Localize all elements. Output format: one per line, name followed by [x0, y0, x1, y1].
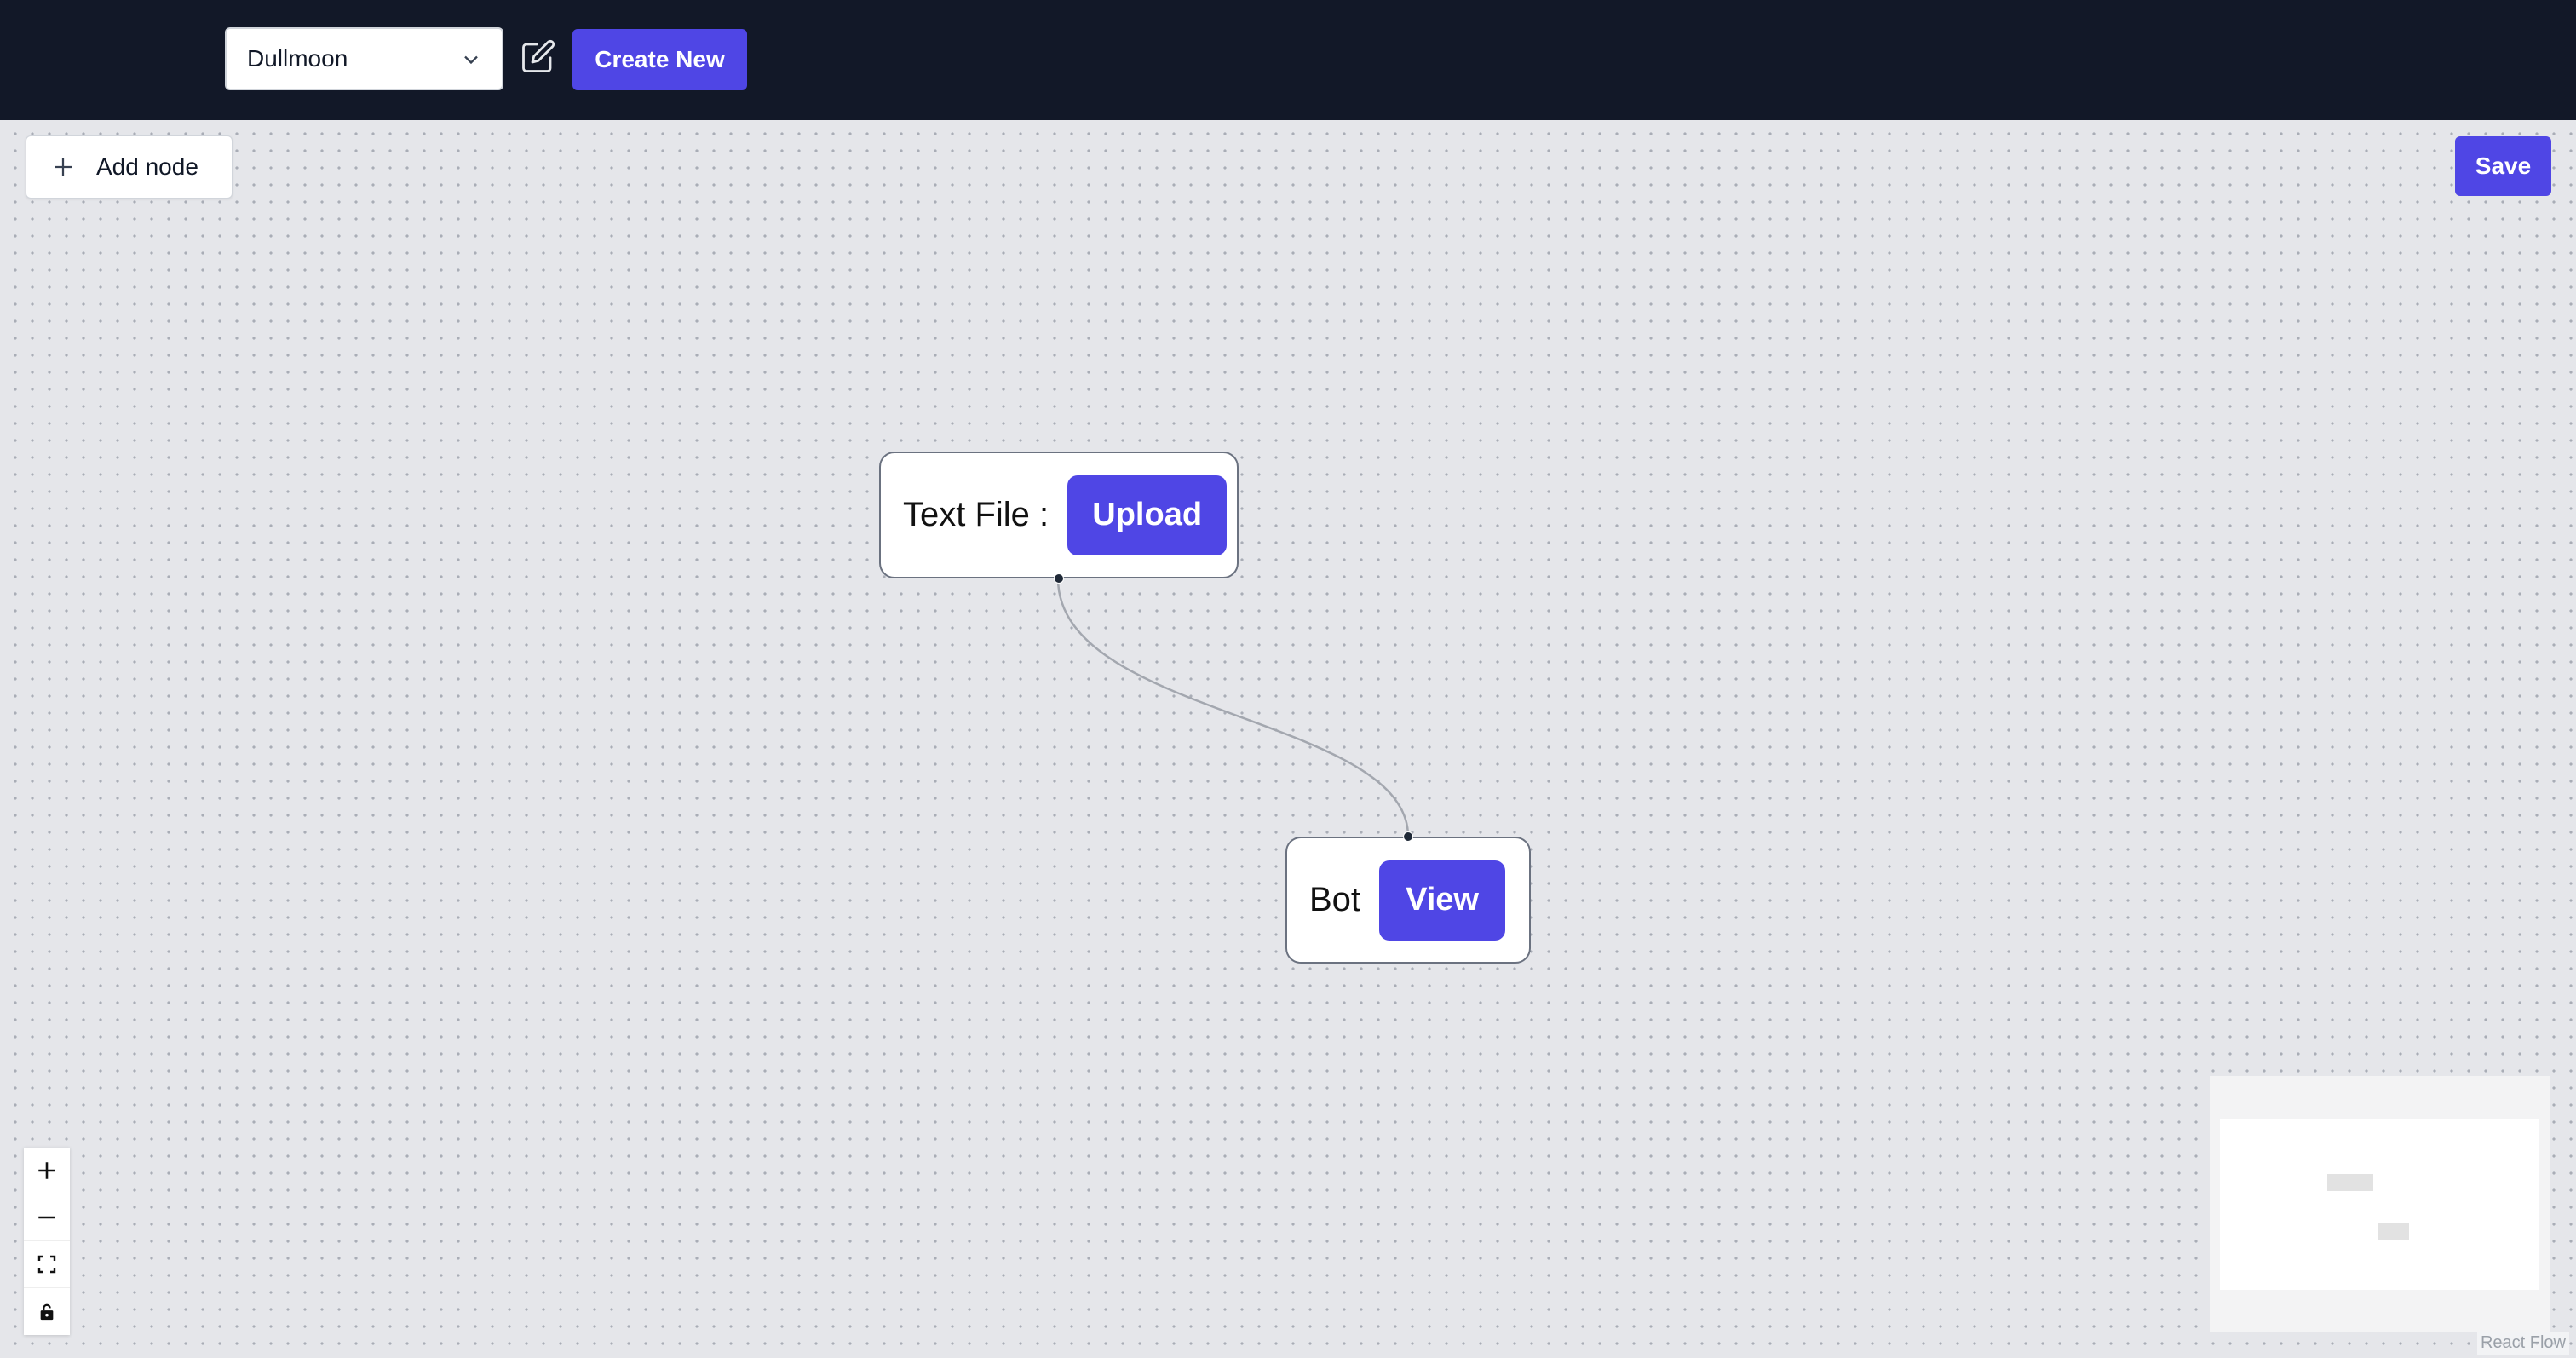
project-select[interactable]: Dullmoon — [225, 27, 503, 90]
lock-button[interactable] — [24, 1288, 70, 1335]
edge-layer — [1056, 578, 1410, 837]
flow-canvas[interactable]: Add node Save Text File : Upload Bot Vie… — [0, 120, 2576, 1358]
node-text-file[interactable]: Text File : Upload — [879, 452, 1239, 584]
save-button[interactable]: Save — [2455, 136, 2551, 196]
node-bot[interactable]: Bot View — [1285, 831, 1531, 964]
top-bar: Dullmoon Create New — [0, 0, 2576, 120]
flow-controls — [24, 1148, 70, 1335]
pencil-square-icon — [522, 39, 555, 72]
plus-icon — [55, 158, 72, 176]
upload-button[interactable]: Upload — [1067, 475, 1228, 555]
zoom-out-button[interactable] — [24, 1194, 70, 1241]
fit-view-button[interactable] — [24, 1241, 70, 1288]
minimap[interactable] — [2210, 1076, 2550, 1332]
view-button[interactable]: View — [1379, 860, 1506, 941]
zoom-in-icon — [38, 1162, 55, 1179]
add-node-label: Add node — [96, 153, 198, 180]
minimap-node — [2327, 1174, 2373, 1191]
fit-view-icon — [37, 1255, 56, 1274]
project-select-value: Dullmoon — [247, 45, 348, 72]
edit-project-button[interactable] — [518, 34, 559, 78]
node-label: Text File : — [903, 496, 1049, 533]
lock-icon — [40, 1303, 54, 1320]
edge-textfile-to-bot[interactable] — [1056, 578, 1410, 837]
zoom-in-button[interactable] — [24, 1148, 70, 1194]
minimap-node — [2378, 1223, 2409, 1240]
target-handle[interactable] — [1403, 831, 1413, 842]
node-label: Bot — [1309, 881, 1361, 918]
zoom-out-icon — [38, 1216, 55, 1219]
minimap-viewport — [2220, 1119, 2539, 1290]
add-node-button[interactable]: Add node — [26, 135, 233, 199]
create-new-button[interactable]: Create New — [572, 29, 747, 90]
react-flow-attribution[interactable]: React Flow — [2476, 1332, 2569, 1355]
source-handle[interactable] — [1054, 573, 1064, 584]
chevron-down-icon — [464, 55, 478, 65]
